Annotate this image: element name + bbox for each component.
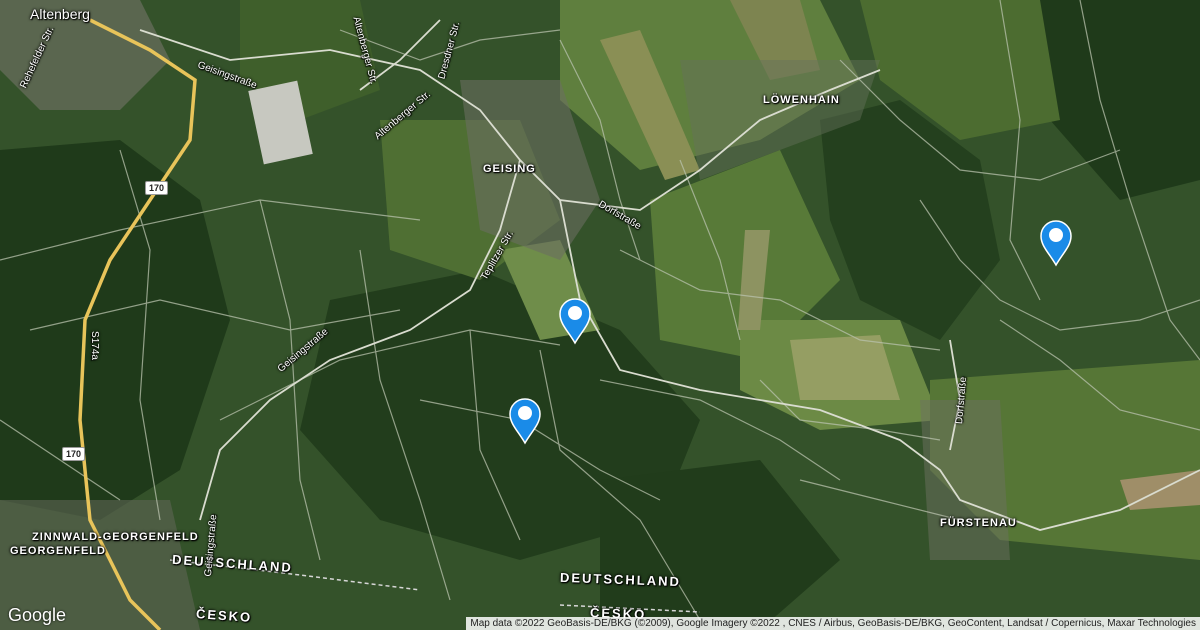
- map-attribution[interactable]: Map data ©2022 GeoBasis-DE/BKG (©2009), …: [466, 617, 1200, 630]
- label-loewenhain: LÖWENHAIN: [763, 94, 840, 106]
- label-fuerstenau: FÜRSTENAU: [940, 517, 1017, 529]
- marker-3[interactable]: [1039, 219, 1073, 267]
- marker-1[interactable]: [558, 297, 592, 345]
- marker-2[interactable]: [508, 397, 542, 445]
- label-georgenfeld: GEORGENFELD: [10, 545, 106, 557]
- label-zinnwald: ZINNWALD-GEORGENFELD: [32, 531, 199, 543]
- road-shield-170-top: 170: [145, 181, 169, 195]
- google-logo: Google: [8, 605, 67, 625]
- label-altenberg: Altenberg: [30, 6, 90, 22]
- label-s174a: S174a: [88, 331, 100, 360]
- road-shield-170-bottom: 170: [62, 447, 86, 461]
- label-geising: GEISING: [483, 163, 536, 175]
